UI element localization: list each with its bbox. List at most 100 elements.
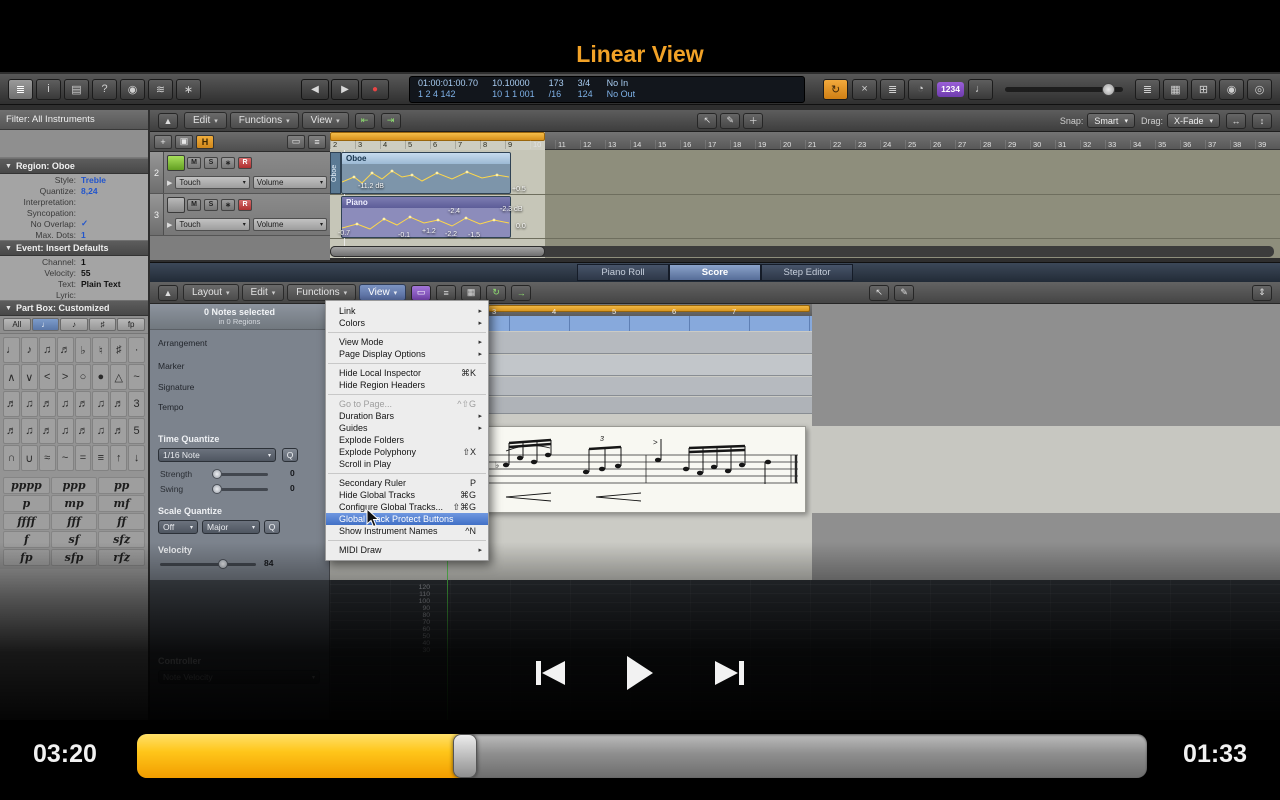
hierarchy-up-icon[interactable]: ▲ <box>158 285 178 301</box>
hierarchy-up-icon[interactable]: ▲ <box>158 113 178 129</box>
part-box-symbol[interactable]: ♫ <box>57 418 74 444</box>
parameter-row[interactable]: Lyric: <box>0 289 148 300</box>
track-button[interactable]: M <box>187 199 201 211</box>
menu-item[interactable] <box>328 473 486 474</box>
parameter-row[interactable]: Max. Dots: 1 <box>0 229 148 240</box>
master-volume-slider[interactable] <box>1005 87 1123 92</box>
part-box-symbol[interactable]: = <box>75 445 92 471</box>
menu-item[interactable]: Configure Global Tracks... ⇧⌘G <box>326 501 488 513</box>
toolbar-icon[interactable]: ◔ <box>908 79 933 100</box>
track-row[interactable]: 2 MS∗R ▶ Touch▾ Volume▾ <box>150 152 330 194</box>
seek-bar-handle[interactable] <box>453 734 477 778</box>
menu-item[interactable]: Global Track Protect Buttons <box>326 513 488 525</box>
parameter-row[interactable]: Quantize: 8,24 <box>0 185 148 196</box>
menu-item[interactable]: Duration Bars ▸ <box>326 410 488 422</box>
velocity-slider[interactable] <box>160 563 256 566</box>
part-box-symbol[interactable]: ~ <box>128 364 145 390</box>
cycle-loop-icon[interactable]: ↻ <box>823 79 848 100</box>
dynamic-symbol[interactable]: mp <box>51 495 98 512</box>
snap-combo[interactable]: Smart <box>1087 113 1135 128</box>
toolbar-icon[interactable]: ≣ <box>8 79 33 100</box>
part-box-symbol[interactable]: ≈ <box>39 445 56 471</box>
part-box-symbol[interactable]: ♫ <box>39 337 56 363</box>
score-page[interactable]: 3 > ♭ <box>445 426 806 513</box>
v-zoom-icon[interactable]: ↕ <box>1252 113 1272 129</box>
menu-item[interactable]: Explode Polyphony ⇧X <box>326 446 488 458</box>
toolbar-icon[interactable]: ◎ <box>1247 79 1272 100</box>
part-box-symbol[interactable]: ♫ <box>92 391 109 417</box>
filter-bar[interactable]: Filter: All Instruments <box>0 110 148 130</box>
dynamic-symbol[interactable]: ppp <box>51 477 98 494</box>
track-button[interactable]: S <box>204 157 218 169</box>
part-box-tab[interactable]: fp <box>117 318 145 331</box>
part-box-symbol[interactable]: 5 <box>128 418 145 444</box>
play-button[interactable]: ▶ <box>331 79 359 100</box>
part-box-symbol[interactable]: ♬ <box>75 418 92 444</box>
editor-tab[interactable]: Step Editor <box>761 264 853 281</box>
part-box-symbol[interactable]: ♭ <box>75 337 92 363</box>
parameter-row[interactable]: Interpretation: <box>0 196 148 207</box>
automation-mode-combo[interactable]: Touch▾ <box>175 218 249 231</box>
part-box-symbol[interactable]: ♬ <box>110 418 127 444</box>
skip-forward-button[interactable] <box>711 659 749 687</box>
track-row[interactable]: 3 MS∗R ▶ Touch▾ Volume▾ <box>150 194 330 236</box>
strength-slider[interactable] <box>212 473 268 476</box>
menu-item[interactable] <box>328 394 486 395</box>
part-box-symbol[interactable]: < <box>39 364 56 390</box>
track-button[interactable]: S <box>204 199 218 211</box>
part-box-symbol[interactable]: ♫ <box>21 391 38 417</box>
toolbar-icon[interactable]: ≋ <box>148 79 173 100</box>
part-box-symbol[interactable]: ♬ <box>57 337 74 363</box>
dynamic-symbol[interactable]: ff <box>98 513 145 530</box>
part-box-symbol[interactable]: ♬ <box>39 391 56 417</box>
scrollbar-handle[interactable] <box>330 246 545 257</box>
dynamic-symbol[interactable]: sfp <box>51 549 98 566</box>
part-box-symbol[interactable]: 3 <box>128 391 145 417</box>
arrange-area[interactable]: Oboe Oboe Piano -11.2 dB +0.5 -2.4 -2.3 … <box>330 150 1280 258</box>
add-track-button[interactable]: + <box>154 135 172 149</box>
menu-item[interactable]: Secondary Ruler P <box>326 477 488 489</box>
part-box-symbol[interactable]: ∧ <box>3 364 20 390</box>
toolbar-icon[interactable]: i <box>36 79 61 100</box>
part-box-symbol[interactable]: ♬ <box>3 391 20 417</box>
menu-item[interactable]: Guides ▸ <box>326 422 488 434</box>
catch-button[interactable]: ▣ <box>175 135 193 149</box>
toolbar-icon[interactable]: ∗ <box>176 79 201 100</box>
automation-param-combo[interactable]: Volume▾ <box>253 176 327 189</box>
toolbar-icon[interactable]: ⊞ <box>1191 79 1216 100</box>
part-box-symbol[interactable]: ↓ <box>128 445 145 471</box>
pencil-tool-icon[interactable]: ✎ <box>894 285 914 301</box>
menu-item[interactable]: Show Instrument Names ^N <box>326 525 488 537</box>
toolbar-icon[interactable]: × <box>852 79 877 100</box>
global-track-label[interactable]: Arrangement <box>158 338 207 348</box>
part-box-symbol[interactable]: ↑ <box>110 445 127 471</box>
part-box-symbol[interactable]: ∪ <box>21 445 38 471</box>
part-box-symbol[interactable]: △ <box>110 364 127 390</box>
part-box-symbol[interactable]: ♫ <box>21 418 38 444</box>
automation-param-combo[interactable]: Volume▾ <box>253 218 327 231</box>
part-box-symbol[interactable]: ~ <box>57 445 74 471</box>
drag-combo[interactable]: X-Fade <box>1167 113 1220 128</box>
menu-item[interactable]: Hide Global Tracks ⌘G <box>326 489 488 501</box>
midi-out-icon[interactable]: ⇥ <box>381 113 401 129</box>
event-defaults-header[interactable]: ▼Event: Insert Defaults <box>0 240 148 256</box>
hide-tracks-button[interactable]: H <box>196 135 214 149</box>
menu-item[interactable]: Explode Folders <box>326 434 488 446</box>
toolbar-icon[interactable]: ◉ <box>1219 79 1244 100</box>
catch-playhead-icon[interactable]: ↻ <box>486 285 506 301</box>
link-mode-icon[interactable]: → <box>511 285 531 301</box>
global-track-label[interactable]: Signature <box>158 382 194 392</box>
menu-button[interactable]: Layout <box>183 284 239 301</box>
menu-item[interactable]: Hide Local Inspector ⌘K <box>326 367 488 379</box>
track-button[interactable]: R <box>238 157 252 169</box>
horizontal-scrollbar[interactable] <box>330 246 1274 257</box>
menu-item[interactable]: Scroll in Play <box>326 458 488 470</box>
h-zoom-icon[interactable]: ↔ <box>1226 113 1246 129</box>
parameter-row[interactable]: No Overlap: ✓ <box>0 218 148 229</box>
menu-button[interactable]: View <box>302 112 349 129</box>
scale-key-combo[interactable]: Major▾ <box>202 520 260 534</box>
dynamic-symbol[interactable]: p <box>3 495 50 512</box>
part-box-symbol[interactable]: ● <box>92 364 109 390</box>
part-box-tab[interactable]: ♪ <box>60 318 88 331</box>
parameter-row[interactable]: Channel: 1 <box>0 256 148 267</box>
